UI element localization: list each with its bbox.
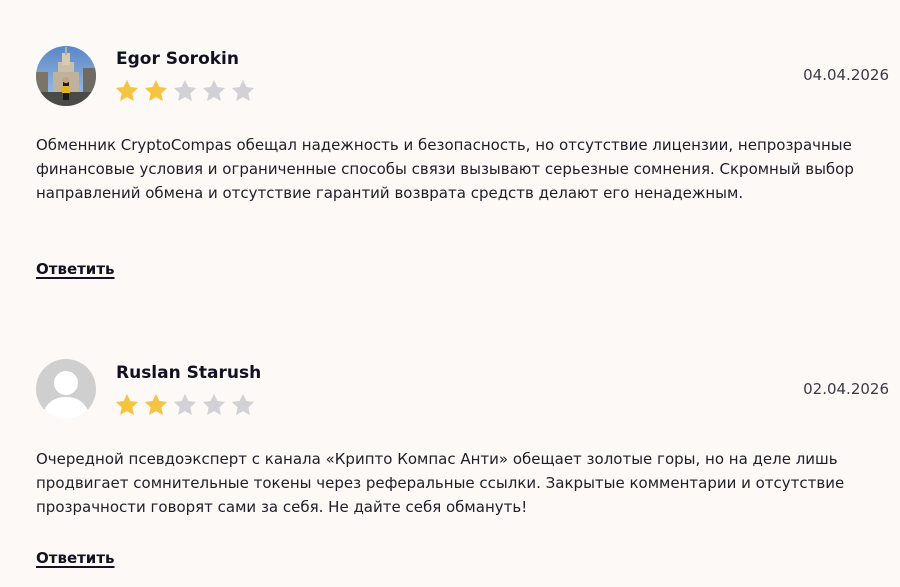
review-date: 02.04.2026: [803, 380, 889, 398]
star-filled-icon: [144, 393, 168, 416]
default-user-avatar: [36, 359, 96, 419]
star-rating: [113, 391, 257, 419]
star-empty-icon: [231, 393, 255, 416]
review-author-name: Ruslan Starush: [116, 363, 262, 383]
star-empty-icon: [173, 393, 197, 416]
star-filled-icon: [115, 393, 139, 416]
review-text: Очередной псевдоэксперт с канала «Крипто…: [36, 450, 845, 516]
star-empty-icon: [202, 393, 226, 416]
reply-link[interactable]: Ответить: [36, 549, 115, 567]
review-card: Ruslan Starush 02.04.2026 Очередной псев…: [0, 0, 900, 587]
